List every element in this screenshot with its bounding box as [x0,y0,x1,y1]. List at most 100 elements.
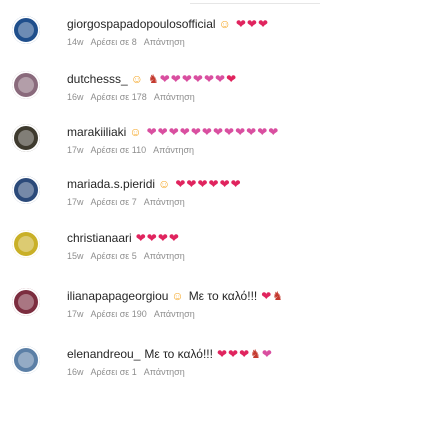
comment-time[interactable]: 16w [67,367,84,377]
comment-text-line: christianaari ❤ ❤ ❤ ❤ [67,228,180,248]
reply-button[interactable]: Απάντηση [154,92,195,102]
sparkle-emoji-icon: ❤ [246,125,257,139]
heart-emoji-icon: ❤ [228,347,239,361]
comment-likes-count[interactable]: Αρέσει σε 1 [91,367,137,377]
sparkle-emoji-icon: ❤ [179,125,190,139]
sparkle-emoji-icon: ❤ [257,125,268,139]
heart-eyes-emoji-icon: ☺ [158,177,171,191]
comment-time[interactable]: 17w [67,197,84,207]
comment-item: marakiiliaki ☺ ❤ ❤ ❤ ❤ ❤ ❤ ❤ ❤ ❤ ❤ ❤ ❤ 17w Αρέσει σε 11… [0,122,434,170]
sparkle-emoji-icon: ❤ [181,72,192,86]
comment-emojis: ❤ ❤ ❤ ❤ ❤ ❤ ❤ ❤ ❤ ❤ ❤ ❤ [147,126,280,138]
reply-button[interactable]: Απάντηση [144,251,185,261]
comment-item: elenandreou_ Με το καλό!!! ❤ ❤ ❤ ♞ ❤ 16w Αρέσει … [0,344,434,392]
reply-button[interactable]: Απάντηση [154,309,195,319]
comment-username[interactable]: giorgospapadopoulosofficial [67,17,216,31]
comment-emojis: ❤ ♞ [261,290,284,302]
comment-body: Με το καλό!!! [188,289,258,303]
heart-emoji-icon: ❤ [246,17,257,31]
comment-likes-count[interactable]: Αρέσει σε 110 [91,145,147,155]
comment-likes-count[interactable]: Αρέσει σε 178 [91,92,147,102]
heart-emoji-icon: ❤ [135,231,146,245]
heart-emoji-icon: ❤ [168,231,179,245]
avatar[interactable] [12,346,40,374]
heart-emoji-icon: ❤ [230,177,241,191]
comment-time[interactable]: 17w [67,309,84,319]
sparkle-emoji-icon: ❤ [235,125,246,139]
heart-eyes-emoji-icon: ☺ [171,289,184,303]
comment-time[interactable]: 14w [67,37,84,47]
heart-emoji-icon: ❤ [186,177,197,191]
comment-item: ilianapapageorgiou ☺ Με το καλό!!! ❤ ♞ 17w Αρέ… [0,286,434,334]
comment-meta: 16w Αρέσει σε 1 Απάντηση [67,366,192,378]
sparkle-emoji-icon: ❤ [203,72,215,86]
avatar[interactable] [12,230,40,258]
avatar[interactable] [12,124,40,152]
sparkle-emoji-icon: ❤ [224,125,235,139]
comment-username[interactable]: mariada.s.pieridi [67,177,155,191]
heart-emoji-icon: ❤ [146,231,157,245]
comment-body: Με το καλό!!! [144,347,213,361]
heart-emoji-icon: ❤ [208,177,219,191]
heart-eyes-emoji-icon: ☺ [130,72,143,86]
sparkle-emoji-icon: ❤ [146,125,157,139]
dancer-emoji-icon: ♞ [147,72,159,86]
heart-emoji-icon: ❤ [219,177,230,191]
comment-meta: 17w Αρέσει σε 190 Απάντηση [67,308,202,320]
comment-likes-count[interactable]: Αρέσει σε 8 [91,37,137,47]
reply-button[interactable]: Απάντηση [144,197,185,207]
sparkle-emoji-icon: ❤ [201,125,212,139]
heart-emoji-icon: ❤ [239,347,250,361]
sparkle-emoji-icon: ❤ [212,125,224,139]
comment-meta: 14w Αρέσει σε 8 Απάντηση [67,36,192,48]
sparkle-emoji-icon: ❤ [157,125,168,139]
comment-meta: 17w Αρέσει σε 7 Απάντηση [67,196,192,208]
comment-username[interactable]: dutchesss_ [67,72,128,86]
reply-button[interactable]: Απάντηση [144,367,185,377]
sparkle-emoji-icon: ❤ [170,72,181,86]
reply-button[interactable]: Απάντηση [153,145,194,155]
heart-emoji-icon: ❤ [261,289,272,303]
comment-time[interactable]: 15w [67,251,84,261]
heart-eyes-emoji-icon: ☺ [129,125,142,139]
comment-list: giorgospapadopoulosofficial ☺ ❤ ❤ ❤ 14w Αρέσει… [0,0,434,432]
comment-text-line: ilianapapageorgiou ☺ Με το καλό!!! ❤ ♞ [67,286,284,306]
comment-meta: 16w Αρέσει σε 178 Απάντηση [67,91,202,103]
comment-item: mariada.s.pieridi ☺ ❤ ❤ ❤ ❤ ❤ ❤ 17w Αρέσει σε 7 Απ… [0,174,434,222]
comment-username[interactable]: elenandreou_ [67,347,140,361]
comment-username[interactable]: ilianapapageorgiou [67,289,168,303]
comment-emojis: ❤ ❤ ❤ ❤ ❤ ❤ [175,178,241,190]
heart-emoji-icon: ❤ [216,347,228,361]
heart-eyes-emoji-icon: ☺ [218,17,231,31]
sparkle-emoji-icon: ❤ [192,72,203,86]
heart-emoji-icon: ❤ [175,177,186,191]
heart-emoji-icon: ❤ [257,17,269,31]
comment-meta: 15w Αρέσει σε 5 Απάντηση [67,250,192,262]
sparkle-emoji-icon: ❤ [268,125,279,139]
avatar[interactable] [12,71,40,99]
comment-username[interactable]: marakiiliaki [67,125,126,139]
comment-time[interactable]: 16w [67,92,84,102]
comment-time[interactable]: 17w [67,145,84,155]
sparkle-emoji-icon: ❤ [261,347,272,361]
comment-text-line: marakiiliaki ☺ ❤ ❤ ❤ ❤ ❤ ❤ ❤ ❤ ❤ ❤ ❤ ❤ [67,122,279,142]
comment-likes-count[interactable]: Αρέσει σε 7 [91,197,137,207]
comment-emojis: ♞ ❤ ❤ ❤ ❤ ❤ ❤ ❤ [148,73,237,85]
comment-username[interactable]: christianaari [67,231,132,245]
dancer-emoji-icon: ♞ [250,347,261,361]
comment-likes-count[interactable]: Αρέσει σε 5 [91,251,137,261]
comment-item: dutchesss_ ☺ ♞ ❤ ❤ ❤ ❤ ❤ ❤ ❤ 16w Αρέσει σε 178 Απάντ… [0,69,434,117]
avatar[interactable] [12,16,40,44]
comment-likes-count[interactable]: Αρέσει σε 190 [91,309,147,319]
comment-text-line: elenandreou_ Με το καλό!!! ❤ ❤ ❤ ♞ ❤ [67,344,273,364]
comment-text-line: dutchesss_ ☺ ♞ ❤ ❤ ❤ ❤ ❤ ❤ ❤ [67,69,237,89]
heart-emoji-icon: ❤ [157,231,168,245]
heart-emoji-icon: ❤ [197,177,208,191]
comment-meta: 17w Αρέσει σε 110 Απάντηση [67,144,201,156]
comment-text-line: mariada.s.pieridi ☺ ❤ ❤ ❤ ❤ ❤ ❤ [67,174,242,194]
heart-emoji-icon: ❤ [226,72,237,86]
avatar[interactable] [12,176,40,204]
sparkle-emoji-icon: ❤ [159,72,170,86]
reply-button[interactable]: Απάντηση [144,37,185,47]
avatar[interactable] [12,288,40,316]
